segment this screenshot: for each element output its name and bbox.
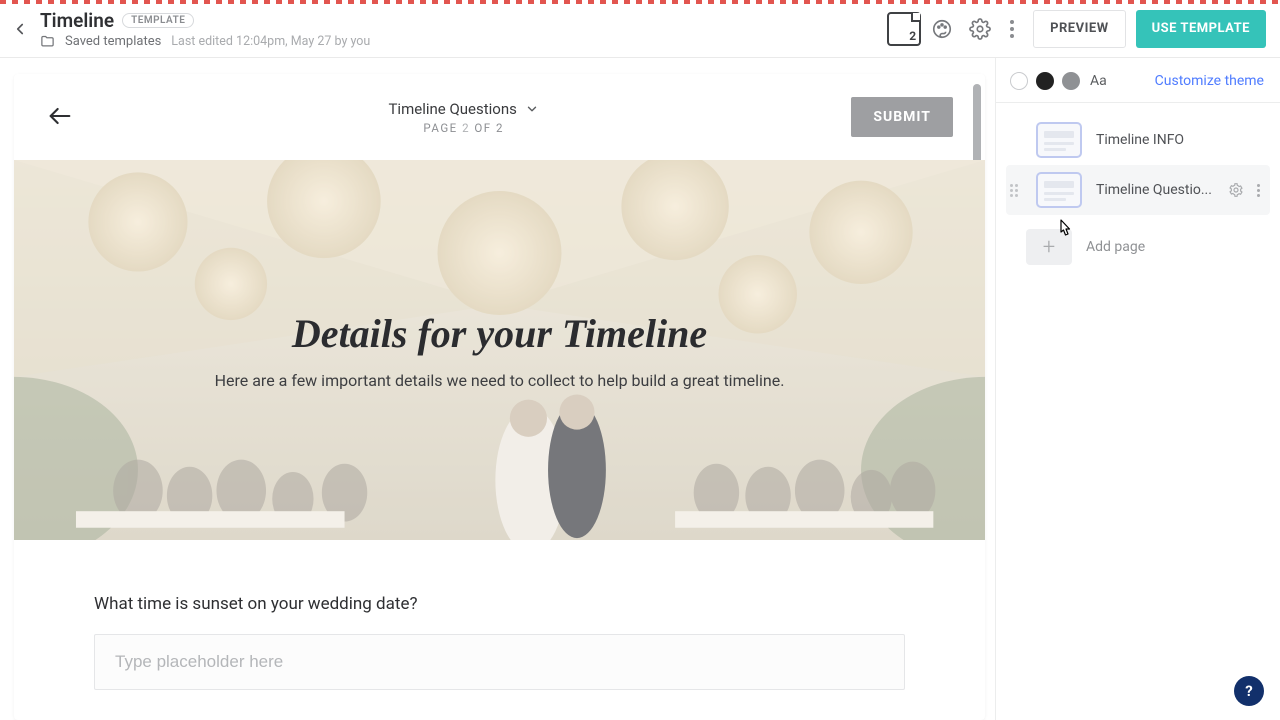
- hero-overlay: Details for your Timeline Here are a few…: [14, 160, 985, 540]
- plus-icon: +: [1026, 229, 1072, 265]
- last-edited-text: Last edited 12:04pm, May 27 by you: [171, 34, 370, 49]
- page-suffix: OF 2: [470, 121, 504, 135]
- form-canvas: Timeline Questions PAGE 2 OF 2 SUBMIT: [14, 74, 985, 720]
- add-page-button[interactable]: + Add page: [1006, 221, 1270, 265]
- preview-label: PREVIEW: [1050, 21, 1109, 36]
- section-dropdown[interactable]: Timeline Questions: [388, 100, 538, 118]
- template-chip: TEMPLATE: [122, 13, 194, 28]
- dots-vertical-icon: [1000, 20, 1024, 38]
- app-header: Timeline TEMPLATE Saved templates Last e…: [0, 0, 1280, 58]
- page-count-box: 2: [887, 12, 921, 46]
- folder-icon: [40, 34, 55, 49]
- settings-button[interactable]: [961, 10, 999, 48]
- title-block: Timeline TEMPLATE Saved templates Last e…: [40, 9, 370, 49]
- hero-subtitle[interactable]: Here are a few important details we need…: [215, 371, 785, 390]
- gear-icon[interactable]: [1228, 182, 1244, 198]
- page-prefix: PAGE: [423, 121, 462, 135]
- palette-icon: [931, 18, 953, 40]
- canvas-header: Timeline Questions PAGE 2 OF 2 SUBMIT: [14, 74, 985, 160]
- theme-row: Aa Customize theme: [996, 72, 1280, 103]
- page-item-actions: [1228, 182, 1264, 198]
- page-item-timeline-questions[interactable]: Timeline Questio...: [1006, 165, 1270, 215]
- gear-icon: [969, 18, 991, 40]
- hero-title[interactable]: Details for your Timeline: [292, 310, 707, 357]
- chevron-left-icon: [11, 20, 29, 38]
- section-title: Timeline Questions: [388, 100, 516, 118]
- page-label: Timeline INFO: [1096, 132, 1214, 148]
- page-label: Timeline Questio...: [1096, 182, 1214, 198]
- font-sample-icon[interactable]: Aa: [1090, 73, 1107, 89]
- arrow-left-icon: [46, 102, 74, 130]
- theme-swatch-gray[interactable]: [1062, 72, 1080, 90]
- dots-vertical-icon[interactable]: [1252, 184, 1264, 197]
- submit-button[interactable]: SUBMIT: [851, 97, 953, 137]
- form-area: What time is sunset on your wedding date…: [14, 540, 985, 690]
- canvas-back-button[interactable]: [46, 102, 76, 132]
- question-input[interactable]: [94, 634, 905, 690]
- more-menu-button[interactable]: [999, 10, 1025, 48]
- page-title: Timeline: [40, 9, 114, 32]
- main-area: Timeline Questions PAGE 2 OF 2 SUBMIT: [0, 58, 1280, 720]
- hero-section[interactable]: Details for your Timeline Here are a few…: [14, 160, 985, 540]
- help-label: ?: [1245, 682, 1252, 700]
- canvas-title-block: Timeline Questions PAGE 2 OF 2: [76, 100, 851, 135]
- page-indicator: PAGE 2 OF 2: [423, 121, 504, 135]
- help-button[interactable]: ?: [1234, 676, 1264, 706]
- saved-location[interactable]: Saved templates: [65, 34, 161, 49]
- page-item-timeline-info[interactable]: Timeline INFO: [1006, 115, 1270, 165]
- add-page-label: Add page: [1086, 239, 1145, 255]
- page-count-number: 2: [909, 29, 916, 43]
- back-button[interactable]: [6, 15, 34, 43]
- right-sidebar: Aa Customize theme Timeline INFO Timelin…: [995, 58, 1280, 720]
- pages-count-button[interactable]: 2: [885, 10, 923, 48]
- page-thumbnail: [1036, 122, 1082, 158]
- theme-swatch-black[interactable]: [1036, 72, 1054, 90]
- canvas-wrap: Timeline Questions PAGE 2 OF 2 SUBMIT: [0, 58, 995, 720]
- use-template-button[interactable]: USE TEMPLATE: [1136, 10, 1266, 48]
- top-dashed-border: [0, 0, 1280, 4]
- theme-palette-button[interactable]: [923, 10, 961, 48]
- theme-swatch-white[interactable]: [1010, 72, 1028, 90]
- drag-handle-icon[interactable]: [1010, 184, 1022, 197]
- customize-theme-link[interactable]: Customize theme: [1155, 73, 1264, 89]
- chevron-down-icon: [525, 102, 539, 116]
- preview-button[interactable]: PREVIEW: [1033, 10, 1126, 48]
- submit-label: SUBMIT: [873, 109, 931, 125]
- page-current: 2: [462, 121, 470, 135]
- use-template-label: USE TEMPLATE: [1152, 21, 1250, 36]
- page-thumbnail: [1036, 172, 1082, 208]
- question-label[interactable]: What time is sunset on your wedding date…: [94, 594, 905, 614]
- pages-list: Timeline INFO Timeline Questio... + Add …: [996, 103, 1280, 265]
